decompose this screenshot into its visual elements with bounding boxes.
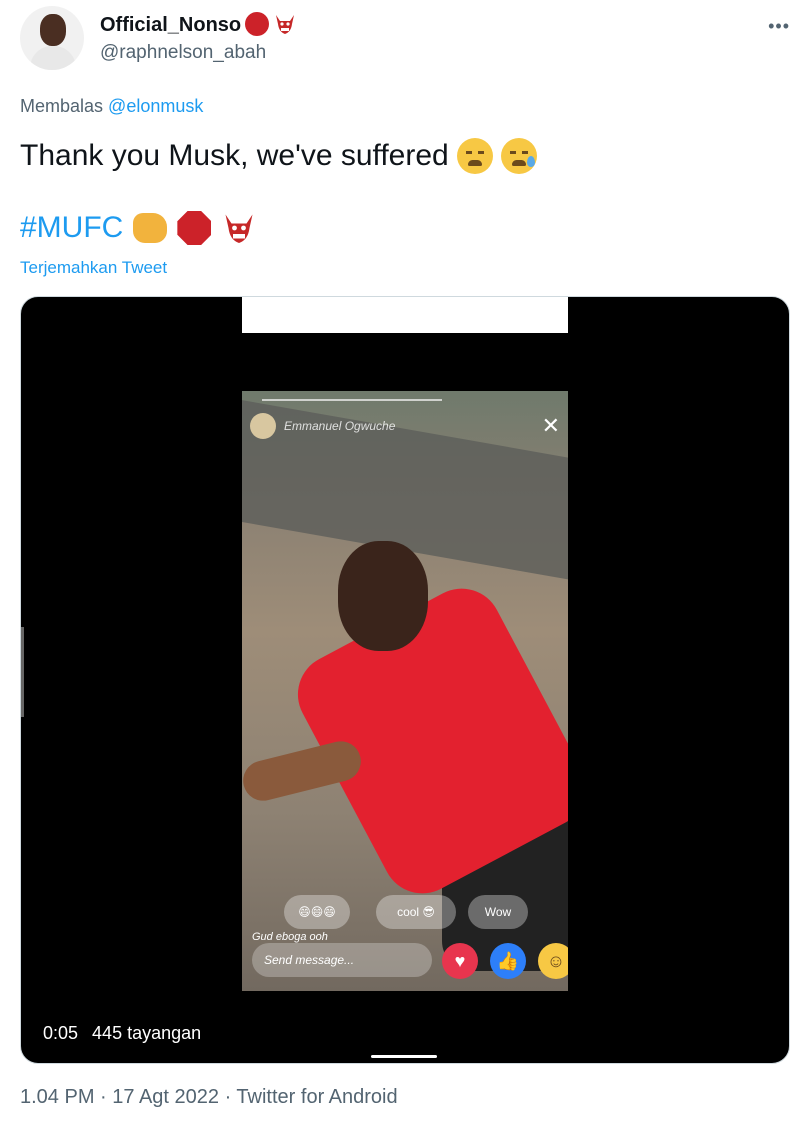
laughing-face-icon: ☺ (538, 943, 568, 979)
quick-reply-chip: cool 😎 (376, 895, 456, 929)
quick-reply-chip: 😄😄😄 (284, 895, 350, 929)
live-top-row: Emmanuel Ogwuche ✕ (250, 411, 560, 441)
reply-context: Membalas @elonmusk (20, 96, 203, 117)
stop-sign-icon (177, 211, 212, 245)
quick-reply-chip: Wow (468, 895, 528, 929)
video-meta: 0:05 445 tayangan (43, 1023, 201, 1044)
fist-icon (133, 213, 168, 243)
user-handle[interactable]: @raphnelson_abah (100, 42, 266, 64)
ogre-icon (276, 15, 294, 34)
message-input: Send message... (252, 943, 432, 977)
tweet-timestamp[interactable]: 1.04 PM · 17 Agt 2022 · Twitter for Andr… (20, 1086, 398, 1109)
tweet-text: Thank you Musk, we've suffered (20, 138, 537, 174)
translate-tweet-link[interactable]: Terjemahkan Tweet (20, 258, 167, 278)
scrubber-handle[interactable] (21, 627, 24, 717)
hashtag-link[interactable]: #MUFC (20, 211, 123, 245)
like-icon: 👍 (490, 943, 526, 979)
reply-mention-link[interactable]: @elonmusk (108, 96, 203, 116)
ogre-icon (225, 214, 253, 243)
heart-icon: ♥ (442, 943, 478, 979)
triumph-face-icon (456, 138, 493, 174)
person-head (338, 541, 428, 651)
video-time: 0:05 (43, 1023, 79, 1043)
name-emoji-badges (245, 12, 297, 36)
video-views: 445 tayangan (92, 1023, 202, 1043)
display-name[interactable]: Official_Nonso (100, 14, 241, 37)
crying-face-icon (500, 138, 537, 174)
more-icon[interactable]: ••• (768, 16, 790, 37)
video-player[interactable]: Emmanuel Ogwuche ✕ 😄😄😄 cool 😎 Wow Gud eb… (20, 296, 790, 1064)
avatar-body (30, 46, 76, 70)
stop-sign-icon (245, 12, 269, 36)
comment-user: Gud eboga ooh (252, 931, 328, 943)
reply-prefix: Membalas (20, 96, 104, 116)
avatar[interactable] (20, 6, 84, 70)
tweet-line-1: Thank you Musk, we've suffered (20, 139, 449, 172)
avatar-head (40, 14, 66, 46)
video-progress-bar[interactable] (371, 1055, 437, 1058)
video-top-strip (242, 297, 568, 333)
live-user-name: Emmanuel Ogwuche (284, 419, 396, 433)
live-avatar (250, 413, 276, 439)
story-progress-bar (262, 399, 442, 401)
video-frame[interactable]: Emmanuel Ogwuche ✕ 😄😄😄 cool 😎 Wow Gud eb… (242, 391, 568, 991)
hashtag-line: #MUFC (20, 210, 257, 246)
tweet-header: Official_Nonso @raphnelson_abah ••• (20, 6, 790, 76)
close-icon: ✕ (541, 413, 560, 438)
